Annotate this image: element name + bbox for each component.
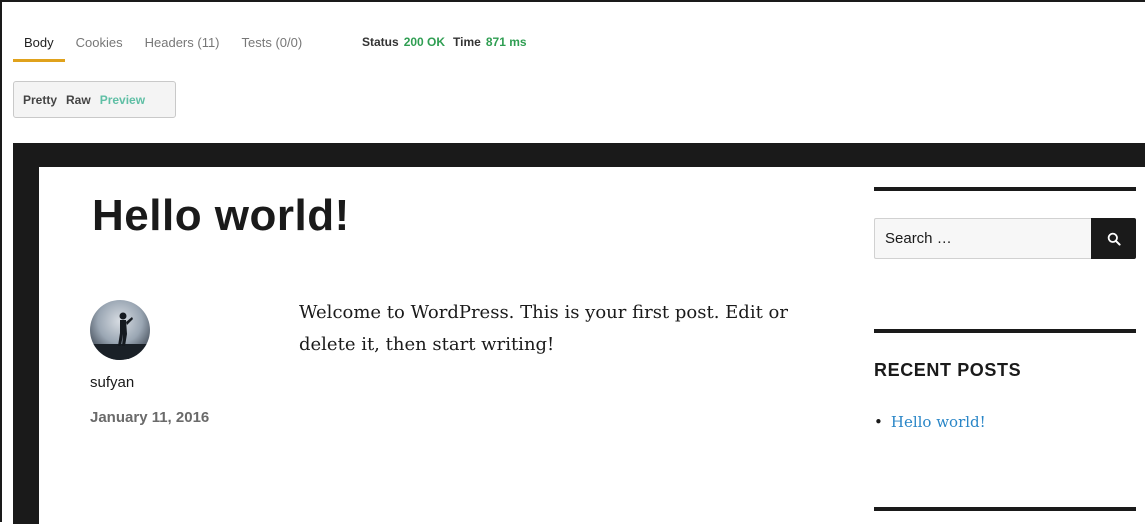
post-title[interactable]: Hello world! bbox=[92, 191, 350, 241]
recent-post-link[interactable]: Hello world! bbox=[891, 413, 986, 431]
mode-preview-button[interactable]: Preview bbox=[100, 93, 145, 107]
time-label: Time bbox=[453, 35, 481, 49]
status-value: 200 OK bbox=[403, 35, 446, 49]
tab-headers[interactable]: Headers (11) bbox=[134, 32, 231, 57]
person-silhouette-icon bbox=[90, 312, 150, 360]
status-label: Status bbox=[362, 35, 399, 49]
search-icon bbox=[1107, 232, 1121, 246]
response-panel: Body Cookies Headers (11) Tests (0/0) St… bbox=[0, 0, 1145, 524]
search-input[interactable] bbox=[874, 218, 1091, 259]
sidebar-divider bbox=[874, 187, 1136, 191]
post-author[interactable]: sufyan bbox=[90, 374, 134, 391]
mode-pretty-button[interactable]: Pretty bbox=[23, 93, 57, 107]
mode-raw-button[interactable]: Raw bbox=[66, 93, 91, 107]
response-tabs: Body Cookies Headers (11) Tests (0/0) bbox=[13, 32, 313, 62]
recent-posts-list: Hello world! bbox=[874, 413, 986, 431]
sidebar-divider bbox=[874, 507, 1136, 511]
tab-cookies[interactable]: Cookies bbox=[65, 32, 134, 57]
time-value: 871 ms bbox=[485, 35, 527, 49]
sidebar-divider bbox=[874, 329, 1136, 333]
wordpress-page: Hello world! sufyan January 11, 2016 Wel… bbox=[39, 167, 1145, 524]
tab-tests[interactable]: Tests (0/0) bbox=[231, 32, 314, 57]
recent-posts-heading: RECENT POSTS bbox=[874, 360, 1022, 380]
post-date[interactable]: January 11, 2016 bbox=[90, 409, 209, 426]
search-button[interactable] bbox=[1091, 218, 1136, 259]
view-mode-toggle: Pretty Raw Preview bbox=[13, 81, 176, 118]
author-avatar bbox=[90, 300, 150, 360]
response-status: Status 200 OK Time 871 ms bbox=[362, 35, 535, 49]
list-item: Hello world! bbox=[874, 413, 986, 431]
html-preview: Hello world! sufyan January 11, 2016 Wel… bbox=[13, 143, 1145, 524]
tab-body[interactable]: Body bbox=[13, 32, 65, 62]
post-content: Welcome to WordPress. This is your first… bbox=[299, 302, 788, 355]
